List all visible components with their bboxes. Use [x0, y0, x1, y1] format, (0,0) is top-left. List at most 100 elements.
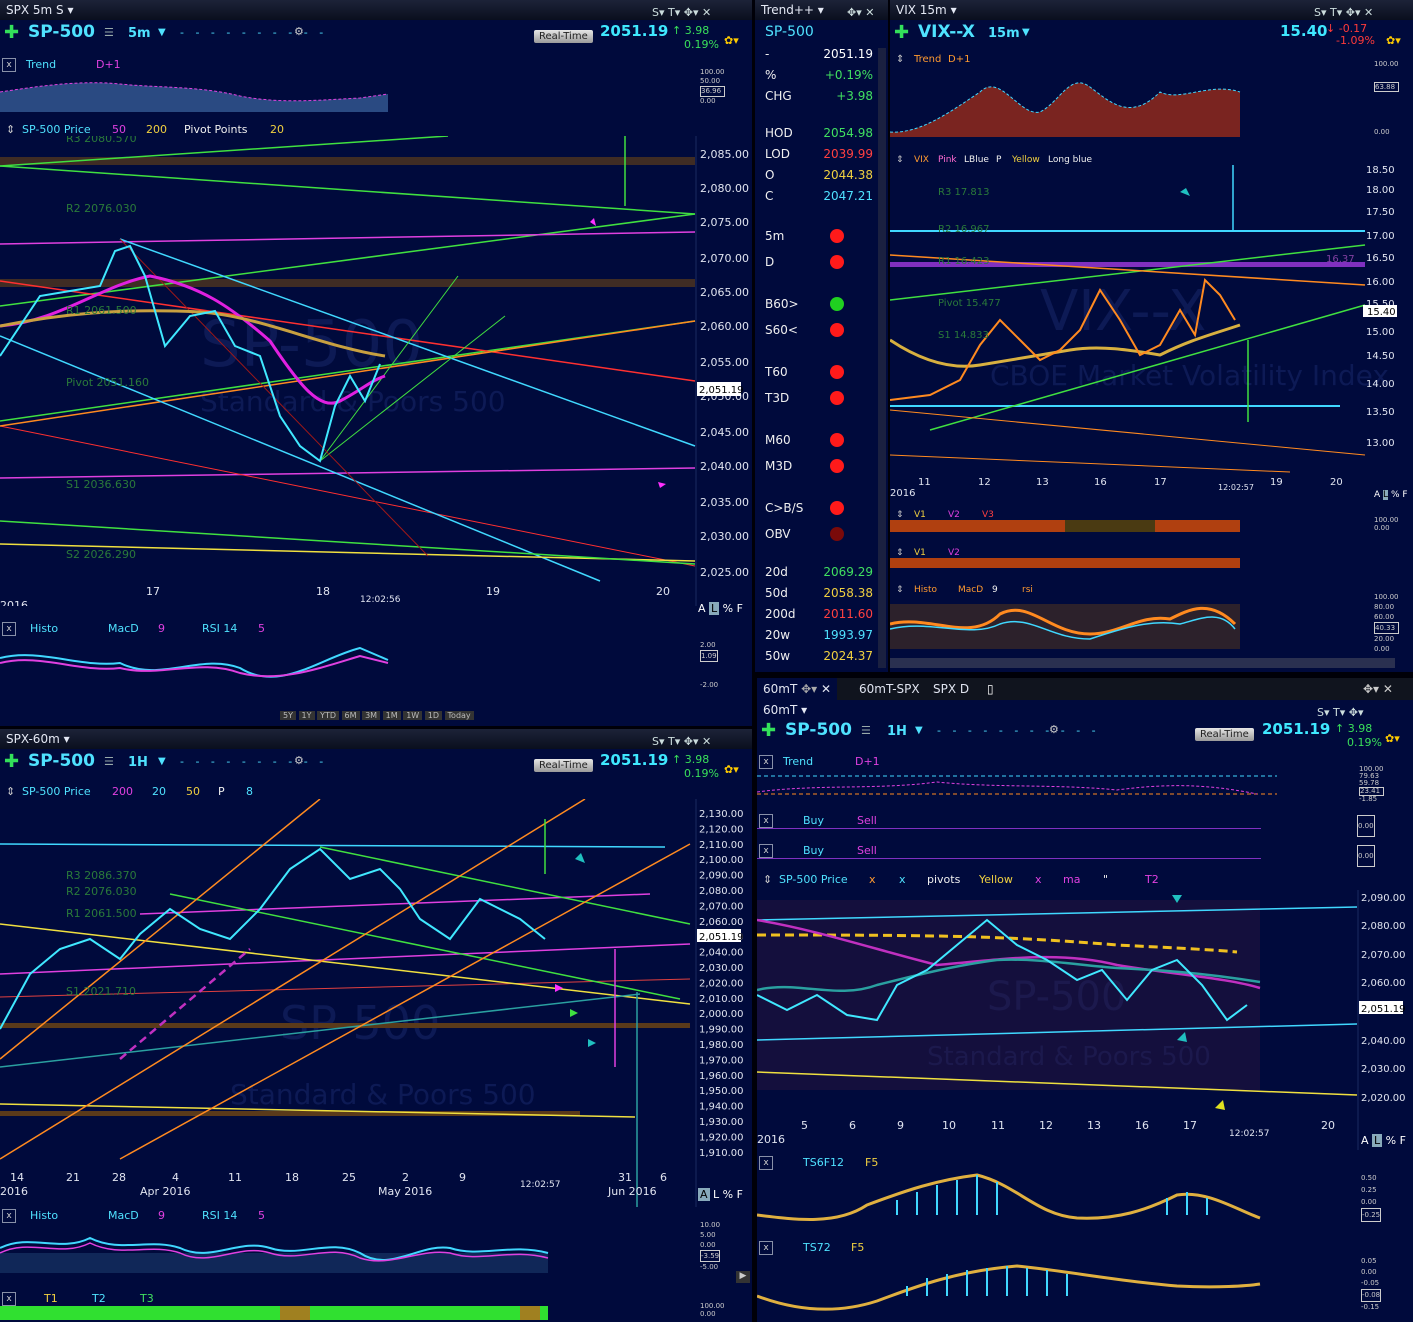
tab-60mt-spx[interactable]: 60mT-SPX: [853, 678, 926, 700]
panel-titlebar[interactable]: SPX-60m ▾ S▾ T▾ ✥▾ ✕: [0, 729, 752, 749]
panel-titlebar[interactable]: 60mT ▾ S▾ T▾ ✥▾: [757, 700, 1413, 720]
timeframe-selector[interactable]: 15m: [988, 26, 1020, 41]
param-quote[interactable]: ": [1103, 870, 1108, 890]
quote-header: ✚ SP-500 ☰ 1H ▼ - - - - - - - - - - - ⚙ …: [757, 718, 1413, 749]
svg-text:17.50: 17.50: [1366, 207, 1395, 218]
scrollbar-track[interactable]: [878, 48, 886, 668]
rsi-label[interactable]: RSI 14: [202, 619, 237, 639]
camera-icon[interactable]: ⚙: [294, 754, 304, 767]
oscillator-legend: x Histo MacD 9 RSI 14 5: [0, 619, 752, 639]
symbol-field[interactable]: SP-500: [28, 22, 95, 42]
palette-icon[interactable]: ✿▾: [1386, 34, 1401, 47]
window-title[interactable]: SPX-60m: [6, 732, 60, 746]
palette-icon[interactable]: ✿▾: [724, 763, 739, 776]
svg-text:Pivot 2051.160: Pivot 2051.160: [66, 376, 149, 389]
scroll-right-button[interactable]: ▶: [736, 1271, 750, 1283]
close-icon[interactable]: x: [2, 58, 16, 72]
panel-titlebar[interactable]: SPX 5m S ▾ S▾ T▾ ✥▾ ✕: [0, 0, 752, 20]
signal-dot-icon: [830, 459, 844, 473]
list-icon[interactable]: ☰: [861, 724, 871, 737]
svg-text:17: 17: [1183, 1119, 1197, 1132]
rsi-param[interactable]: 5: [258, 619, 265, 639]
palette-icon[interactable]: ✿▾: [724, 34, 739, 47]
chevron-down-icon[interactable]: ▼: [915, 725, 923, 736]
svg-text:2016: 2016: [0, 599, 28, 606]
close-icon[interactable]: x: [759, 1241, 773, 1255]
tab-60mt[interactable]: 60mT ✥▾ ✕: [757, 678, 838, 700]
trend-param[interactable]: D+1: [855, 752, 880, 772]
expand-icon[interactable]: ⇕: [763, 870, 772, 890]
last-price-tag: 2,051.19: [699, 932, 744, 943]
svg-text:2,045.00: 2,045.00: [700, 426, 749, 439]
symbol-field[interactable]: SP-500: [28, 751, 95, 771]
panel-titlebar[interactable]: VIX 15m ▾ S▾ T▾ ✥▾ ✕: [890, 0, 1413, 20]
add-icon[interactable]: ✚: [894, 22, 909, 43]
window-title[interactable]: VIX 15m: [896, 3, 947, 17]
layout-controls[interactable]: ✥▾ ✕: [1363, 678, 1393, 700]
param-t2[interactable]: T2: [1145, 870, 1159, 890]
chevron-down-icon[interactable]: ▼: [1022, 27, 1030, 38]
oscillator-scale: 2.00 1.09 -2.00: [700, 641, 719, 689]
trend-symbol[interactable]: SP-500: [765, 24, 814, 40]
close-icon[interactable]: x: [759, 814, 773, 828]
window-title[interactable]: SPX 5m S: [6, 3, 64, 17]
realtime-badge: Real-Time: [534, 759, 593, 772]
timeframe-selector[interactable]: 5m: [128, 26, 151, 41]
signal-key: T60: [765, 365, 788, 379]
chevron-down-icon[interactable]: ▼: [158, 27, 166, 38]
camera-icon[interactable]: ⚙: [294, 25, 304, 38]
svg-text:2,055.00: 2,055.00: [700, 356, 749, 369]
param-pivots[interactable]: pivots: [927, 870, 960, 890]
realtime-badge: Real-Time: [534, 30, 593, 43]
add-icon[interactable]: ✚: [761, 720, 776, 741]
svg-text:2,030.00: 2,030.00: [700, 530, 749, 543]
window-controls[interactable]: ✥▾ ✕: [847, 3, 874, 23]
panel-titlebar[interactable]: Trend++ ▾ ✥▾ ✕: [755, 0, 888, 20]
close-icon[interactable]: x: [759, 755, 773, 769]
ts72-param[interactable]: F5: [851, 1238, 864, 1258]
signal-row: S60<: [755, 320, 883, 340]
param-x1[interactable]: x: [869, 870, 876, 890]
close-icon[interactable]: ✕: [821, 682, 831, 696]
param-x2[interactable]: x: [899, 870, 906, 890]
price-axis-label: 2,030.00: [699, 963, 744, 974]
window-title[interactable]: Trend++: [761, 3, 814, 17]
symbol-field[interactable]: SP-500: [785, 720, 852, 740]
close-icon[interactable]: x: [2, 1209, 16, 1223]
macd-param[interactable]: 9: [158, 619, 165, 639]
add-icon[interactable]: ✚: [4, 751, 19, 772]
ts72-label[interactable]: TS72: [803, 1238, 831, 1258]
symbol-field[interactable]: VIX--X: [918, 22, 975, 42]
horizontal-scrollbar[interactable]: [890, 658, 1395, 668]
window-title[interactable]: 60mT: [763, 703, 797, 717]
svg-text:R1 2061.500: R1 2061.500: [66, 304, 137, 317]
param-ma[interactable]: ma: [1063, 870, 1080, 890]
svg-text:R2 2076.030: R2 2076.030: [66, 202, 137, 215]
time-axis: 11 12 13 16 17 19 20 2016 12:02:57: [890, 477, 1343, 499]
histo-label[interactable]: Histo: [30, 619, 58, 639]
trend-label[interactable]: Trend: [783, 752, 813, 772]
list-icon[interactable]: ☰: [104, 755, 114, 768]
chevron-down-icon[interactable]: ▼: [158, 756, 166, 767]
close-icon[interactable]: x: [759, 844, 773, 858]
tab-spx-d[interactable]: SPX D: [927, 678, 975, 700]
close-icon[interactable]: x: [759, 1156, 773, 1170]
close-icon[interactable]: x: [2, 1292, 16, 1306]
dashes: - - - - - - - - - - -: [937, 724, 1100, 737]
camera-icon[interactable]: ⚙: [1049, 723, 1059, 736]
price-axis-label: 2,040.00: [699, 948, 744, 959]
close-icon[interactable]: x: [2, 622, 16, 636]
macd-label[interactable]: MacD: [108, 619, 139, 639]
timeframe-selector[interactable]: 1H: [128, 755, 148, 770]
palette-icon[interactable]: ✿▾: [1385, 732, 1400, 745]
price-label[interactable]: SP-500 Price: [779, 870, 848, 890]
param-x3[interactable]: x: [1035, 870, 1042, 890]
list-icon[interactable]: ☰: [104, 26, 114, 39]
new-tab-icon[interactable]: ▯: [987, 678, 994, 700]
svg-text:Jun 2016: Jun 2016: [607, 1185, 657, 1198]
timeframe-selector[interactable]: 1H: [887, 724, 907, 739]
svg-text:Pivot 15.477: Pivot 15.477: [938, 298, 1001, 309]
add-icon[interactable]: ✚: [4, 22, 19, 43]
param-yellow[interactable]: Yellow: [979, 870, 1013, 890]
svg-text:16.50: 16.50: [1366, 253, 1395, 264]
